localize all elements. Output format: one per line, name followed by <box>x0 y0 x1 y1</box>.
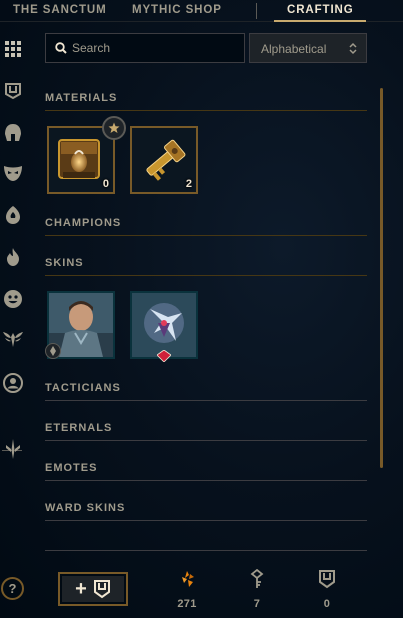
winged-icon[interactable] <box>2 328 24 350</box>
chest-icon[interactable] <box>2 80 24 102</box>
section-divider <box>45 520 367 521</box>
key-fragment-counter: 7 <box>237 568 277 614</box>
material-tile-key[interactable]: 2 <box>130 126 198 194</box>
section-divider <box>45 440 367 441</box>
search-box <box>45 33 245 63</box>
skin-tile-2[interactable] <box>130 291 198 359</box>
help-icon: ? <box>8 581 17 596</box>
nav-divider <box>256 3 257 19</box>
grid-icon[interactable] <box>2 38 24 60</box>
mastercraft-star-icon <box>102 116 126 140</box>
top-navigation: THE SANCTUM MYTHIC SHOP CRAFTING <box>0 0 403 22</box>
tab-the-sanctum[interactable]: THE SANCTUM <box>13 4 107 16</box>
section-tacticians[interactable]: TACTICIANS <box>45 382 121 394</box>
section-materials[interactable]: MATERIALS <box>45 92 117 104</box>
profile-icon[interactable] <box>2 372 24 394</box>
orange-essence-value: 271 <box>177 598 197 610</box>
mask-icon[interactable] <box>2 162 24 184</box>
orange-essence-counter: 271 <box>167 568 207 614</box>
skin-rarity-gem-icon <box>157 350 171 362</box>
material-count: 0 <box>102 178 109 190</box>
sort-dropdown[interactable]: Alphabetical <box>249 33 367 63</box>
active-tab-indicator <box>274 20 366 22</box>
section-divider <box>45 110 367 111</box>
category-sidebar <box>0 30 26 618</box>
section-divider <box>45 235 367 236</box>
sort-selected-label: Alphabetical <box>261 42 327 56</box>
bottom-divider <box>45 550 367 551</box>
search-input[interactable] <box>72 38 238 58</box>
ward-icon[interactable] <box>2 204 24 226</box>
sort-chevron-icon <box>349 42 357 55</box>
help-button[interactable]: ? <box>1 577 24 600</box>
chest-counter: 0 <box>307 568 347 614</box>
section-emotes[interactable]: EMOTES <box>45 462 97 474</box>
key-fragment-icon <box>250 569 264 588</box>
flame-icon[interactable] <box>2 246 24 268</box>
scrollbar[interactable] <box>380 88 383 468</box>
chest-count-value: 0 <box>323 598 331 610</box>
key-fragment-value: 7 <box>253 598 261 610</box>
section-ward-skins[interactable]: WARD SKINS <box>45 502 125 514</box>
plus-icon: + <box>75 578 87 600</box>
skin-portrait-2 <box>132 293 196 357</box>
section-divider <box>45 400 367 401</box>
crafting-screen: THE SANCTUM MYTHIC SHOP CRAFTING Search … <box>0 0 403 618</box>
add-chest-button[interactable]: + <box>58 572 128 606</box>
section-skins[interactable]: SKINS <box>45 257 84 269</box>
chest-count-icon <box>319 570 335 589</box>
sword-icon[interactable] <box>2 438 24 460</box>
orange-essence-icon <box>182 571 194 587</box>
section-eternals[interactable]: ETERNALS <box>45 422 112 434</box>
chest-icon <box>93 580 110 599</box>
section-divider <box>45 275 367 276</box>
skin-shard-icon <box>45 343 61 359</box>
tab-crafting[interactable]: CRAFTING <box>287 4 354 16</box>
search-icon <box>55 42 67 54</box>
material-count: 2 <box>185 178 192 190</box>
tab-mythic-shop[interactable]: MYTHIC SHOP <box>132 4 222 16</box>
helmet-icon[interactable] <box>2 122 24 144</box>
section-divider <box>45 480 367 481</box>
emote-icon[interactable] <box>2 288 24 310</box>
section-champions[interactable]: CHAMPIONS <box>45 217 121 229</box>
